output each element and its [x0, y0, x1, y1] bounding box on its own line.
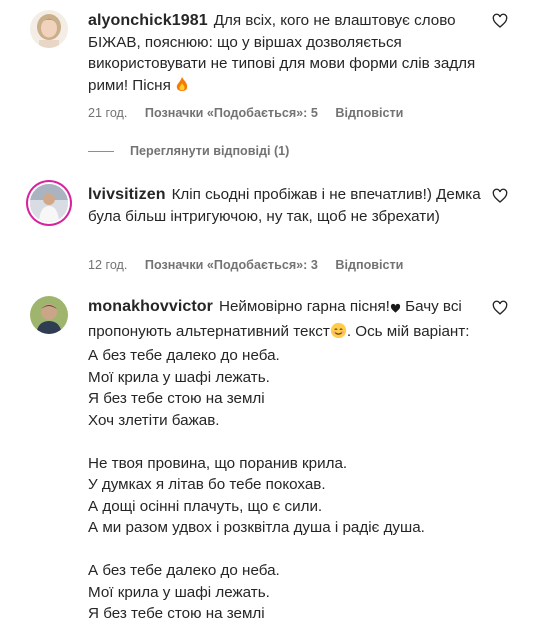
comment-text: alyonchick1981 Для всіх, кого не влаштову…	[88, 10, 488, 99]
lyrics-line: А ми разом удвох і розквітла душа і раді…	[88, 519, 425, 536]
black-heart-emoji	[390, 299, 401, 321]
comment-meta: 12 год. Позначки «Подобається»: 3 Відпов…	[88, 258, 417, 272]
comment-meta: 21 год. Позначки «Подобається»: 5 Відпов…	[88, 106, 417, 120]
comment-intro: Неймовірно гарна пісня!	[219, 298, 390, 315]
lyrics-line: Не твоя провина, що поранив крила.	[88, 454, 348, 472]
smiling-face-emoji	[330, 322, 347, 346]
lyrics-line: А дощі осінні плачуть, що є сили.	[88, 497, 323, 515]
lyrics-line: Я без тебе стою на землі	[88, 390, 265, 407]
reply-button[interactable]: Відповісти	[335, 258, 403, 272]
lyrics-block: А без тебе далеко до неба. Мої крила у ш…	[88, 345, 498, 625]
lyrics-line: У думках я літав бо тебе покохав.	[88, 476, 326, 493]
divider	[88, 151, 114, 153]
timestamp: 12 год.	[88, 258, 128, 272]
lyrics-line: ​	[88, 539, 498, 561]
avatar[interactable]	[30, 184, 68, 222]
heart-outline-icon[interactable]	[492, 13, 508, 29]
reply-button[interactable]: Відповісти	[335, 106, 403, 120]
comment-text: monakhovvictor Неймовірно гарна пісня! Ба…	[88, 296, 498, 625]
lyrics-line: Я без тебе стою на землі	[88, 605, 265, 622]
avatar[interactable]	[30, 10, 68, 48]
username[interactable]: lvivsitizen	[88, 186, 166, 203]
username[interactable]: monakhovvictor	[88, 298, 213, 315]
lyrics-line: Хоч злетіти бажав.	[88, 411, 220, 429]
likes-count[interactable]: Позначки «Подобається»: 3	[145, 258, 318, 272]
view-replies-button[interactable]: Переглянути відповіді (1)	[88, 144, 289, 158]
comment-intro-end: . Ось мій варіант:	[346, 322, 470, 340]
username[interactable]: alyonchick1981	[88, 12, 208, 29]
lyrics-line: А без тебе далеко до неба.	[88, 347, 280, 364]
avatar[interactable]	[30, 296, 68, 334]
heart-outline-icon[interactable]	[492, 188, 508, 204]
lyrics-line: Мої крила у шафі лежать.	[88, 368, 270, 386]
timestamp: 21 год.	[88, 106, 128, 120]
lyrics-line: ​	[88, 431, 498, 453]
lyrics-line: А без тебе далеко до неба.	[88, 562, 280, 579]
fire-emoji	[175, 76, 189, 100]
heart-outline-icon[interactable]	[492, 300, 508, 316]
comment-text: lvivsitizen Кліп сьодні пробіжав і не впе…	[88, 184, 488, 227]
likes-count[interactable]: Позначки «Подобається»: 5	[145, 106, 318, 120]
